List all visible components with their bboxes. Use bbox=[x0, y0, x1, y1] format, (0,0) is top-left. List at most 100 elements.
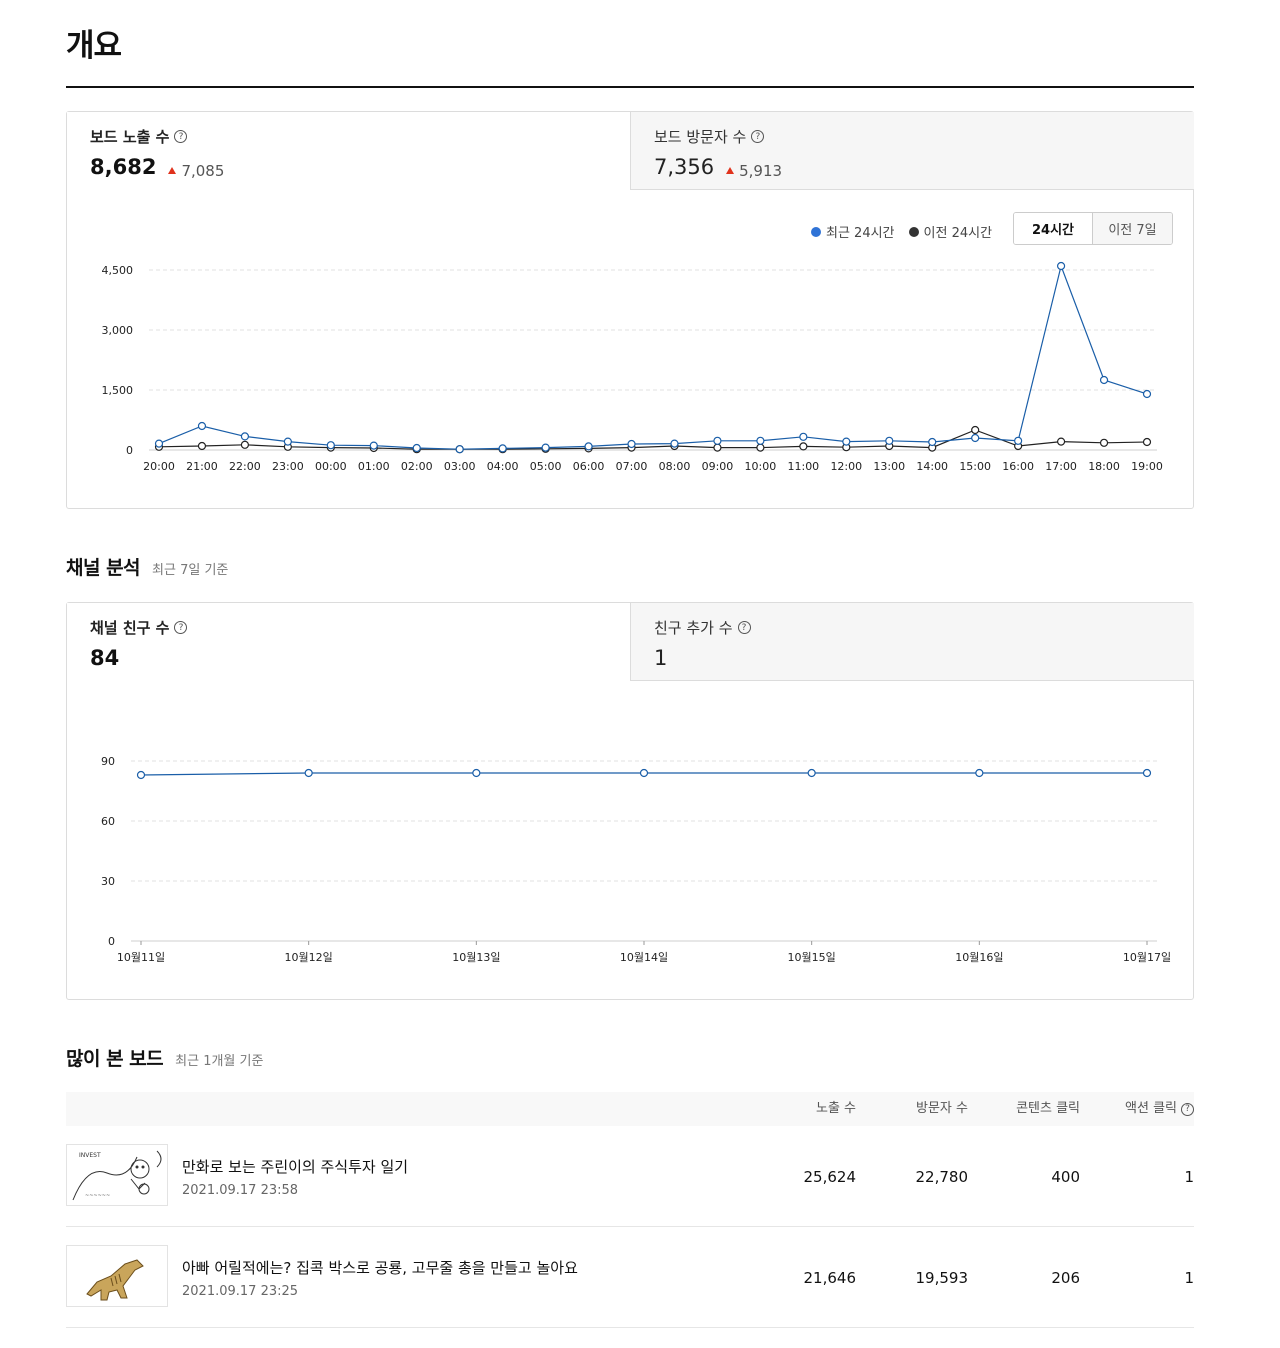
help-icon[interactable]: ? bbox=[1181, 1102, 1194, 1116]
data-point bbox=[197, 421, 207, 431]
y-tick-label: 1,500 bbox=[102, 384, 134, 397]
section-subtitle: 최근 1개월 기준 bbox=[175, 1054, 264, 1069]
x-tick-label: 09:00 bbox=[702, 460, 734, 473]
table-row[interactable]: 아빠 어릴적에는? 집콕 박스로 공룡, 고무줄 총을 만들고 놀아요 2021… bbox=[66, 1228, 1194, 1328]
column-impressions[interactable]: 노출 수 bbox=[766, 1092, 856, 1126]
data-point bbox=[304, 768, 313, 778]
y-tick-label: 30 bbox=[101, 875, 115, 888]
board-title[interactable]: 만화로 보는 주린이의 주식투자 일기 bbox=[182, 1156, 408, 1177]
x-tick-label: 07:00 bbox=[616, 460, 648, 473]
data-point bbox=[1099, 438, 1109, 447]
data-point bbox=[670, 439, 679, 448]
x-tick-label: 02:00 bbox=[401, 460, 433, 473]
data-point bbox=[639, 768, 649, 778]
data-point bbox=[1014, 436, 1023, 445]
x-tick-label: 10월11일 bbox=[117, 950, 165, 964]
section-subtitle: 최근 7일 기준 bbox=[152, 563, 229, 578]
data-point bbox=[975, 768, 984, 778]
y-tick-label: 0 bbox=[108, 935, 115, 948]
x-tick-label: 17:00 bbox=[1045, 460, 1077, 473]
x-tick-label: 22:00 bbox=[229, 460, 261, 473]
channel-card: 채널 친구 수 ? 84 친구 추가 수 ? 1 90 60 30 0 10월11일 10… bbox=[66, 602, 1194, 1000]
data-point bbox=[541, 443, 550, 452]
table-header: 노출 수 방문자 수 콘텐츠 클릭 액션 클릭 ? bbox=[66, 1092, 1194, 1126]
data-point bbox=[326, 441, 335, 450]
visitors-value: 22,780 bbox=[915, 1168, 969, 1186]
x-tick-label: 00:00 bbox=[315, 460, 347, 473]
y-tick-label: 3,000 bbox=[102, 324, 134, 337]
section-title: 채널 분석 bbox=[66, 557, 141, 579]
x-tick-label: 08:00 bbox=[659, 460, 691, 473]
data-point bbox=[842, 437, 851, 446]
data-point bbox=[1056, 437, 1066, 446]
board-title[interactable]: 아빠 어릴적에는? 집콕 박스로 공룡, 고무줄 총을 만들고 놀아요 bbox=[182, 1257, 578, 1278]
x-tick-label: 03:00 bbox=[444, 460, 476, 473]
boards-section-header: 많이 본 보드 최근 1개월 기준 bbox=[66, 1044, 263, 1071]
data-point bbox=[713, 436, 722, 445]
data-point bbox=[197, 441, 207, 451]
column-content-clicks[interactable]: 콘텐츠 클릭 bbox=[980, 1092, 1080, 1126]
channel-section-header: 채널 분석 최근 7일 기준 bbox=[66, 553, 228, 580]
data-point bbox=[412, 443, 421, 453]
overview-card: 보드 노출 수 ? 8,682 7,085 보드 방문자 수 ? 7,356 5… bbox=[66, 111, 1194, 509]
data-point bbox=[240, 432, 250, 441]
data-point bbox=[1142, 768, 1152, 778]
x-tick-label: 18:00 bbox=[1088, 460, 1120, 473]
x-tick-label: 05:00 bbox=[530, 460, 562, 473]
data-point bbox=[627, 439, 636, 449]
series-line bbox=[158, 263, 1148, 450]
data-point bbox=[885, 436, 894, 445]
y-tick-label: 0 bbox=[126, 444, 133, 457]
y-tick-label: 60 bbox=[101, 815, 115, 828]
x-tick-label: 10월14일 bbox=[620, 950, 668, 964]
data-point bbox=[584, 442, 593, 451]
svg-text:INVEST: INVEST bbox=[79, 1152, 101, 1159]
visitors-value: 19,593 bbox=[915, 1269, 969, 1287]
data-point bbox=[369, 441, 378, 450]
action-clicks-value: 1 bbox=[1184, 1168, 1194, 1186]
x-tick-label: 11:00 bbox=[787, 460, 819, 473]
data-point bbox=[807, 768, 816, 778]
content-clicks-value: 400 bbox=[1051, 1168, 1080, 1186]
data-point bbox=[799, 442, 808, 451]
data-point bbox=[154, 439, 164, 448]
data-point bbox=[713, 443, 722, 452]
dinosaur-icon bbox=[66, 1245, 168, 1307]
impressions-value: 21,646 bbox=[803, 1269, 857, 1287]
x-tick-label: 20:00 bbox=[143, 460, 175, 473]
column-visitors[interactable]: 방문자 수 bbox=[878, 1092, 968, 1126]
content-clicks-value: 206 bbox=[1051, 1269, 1080, 1287]
action-clicks-value: 1 bbox=[1184, 1269, 1194, 1287]
section-title: 많이 본 보드 bbox=[66, 1048, 164, 1070]
daily-line-chart: 90 60 30 010월11일 10월12일 10월13일 10월14일 10월15일 10월… bbox=[101, 755, 1171, 964]
board-date: 2021.09.17 23:58 bbox=[182, 1183, 299, 1198]
data-point bbox=[455, 445, 464, 454]
y-tick-label: 4,500 bbox=[102, 264, 134, 277]
data-point bbox=[283, 437, 292, 446]
x-tick-label: 10월12일 bbox=[285, 950, 333, 964]
x-tick-label: 13:00 bbox=[873, 460, 905, 473]
data-point bbox=[1142, 389, 1152, 399]
x-tick-label: 10월17일 bbox=[1123, 950, 1171, 964]
data-point bbox=[756, 443, 765, 452]
impressions-value: 25,624 bbox=[803, 1168, 857, 1186]
column-action-clicks[interactable]: 액션 클릭 ? bbox=[1094, 1092, 1194, 1126]
data-point bbox=[1142, 437, 1152, 447]
x-tick-label: 16:00 bbox=[1002, 460, 1034, 473]
x-tick-label: 04:00 bbox=[487, 460, 519, 473]
board-date: 2021.09.17 23:25 bbox=[182, 1284, 299, 1299]
hourly-line-chart: 4,500 3,000 1,500 0 20:00 21:00 22:00 23:00 00:0… bbox=[102, 261, 1163, 473]
x-tick-label: 15:00 bbox=[959, 460, 991, 473]
data-point bbox=[1099, 375, 1109, 385]
x-tick-label: 10:00 bbox=[745, 460, 777, 473]
x-tick-label: 10월16일 bbox=[955, 950, 1003, 964]
y-tick-label: 90 bbox=[101, 755, 115, 768]
x-tick-label: 10월15일 bbox=[788, 950, 836, 964]
data-point bbox=[756, 436, 765, 445]
x-tick-label: 23:00 bbox=[272, 460, 304, 473]
table-row[interactable]: INVEST ~~~~~~ 만화로 보는 주린이의 주식투자 일기 2021.0… bbox=[66, 1127, 1194, 1227]
comic-sketch-icon: INVEST ~~~~~~ bbox=[66, 1144, 168, 1206]
title-divider bbox=[66, 86, 1194, 88]
x-tick-label: 06:00 bbox=[573, 460, 605, 473]
svg-text:~~~~~~: ~~~~~~ bbox=[85, 1193, 110, 1199]
